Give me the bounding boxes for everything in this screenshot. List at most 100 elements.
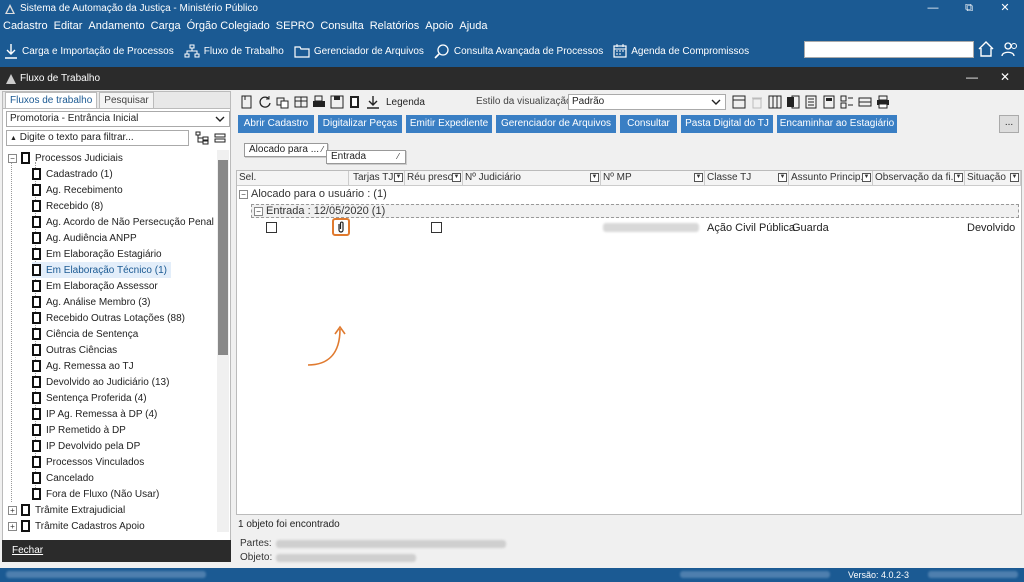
tree-item-12[interactable]: Outras Ciências <box>32 342 121 358</box>
global-search-input[interactable] <box>804 41 974 58</box>
col-observacao[interactable]: Observação da fi... ▼ <box>873 171 965 186</box>
group-row-alocado[interactable]: − Alocado para o usuário : (1) <box>239 188 387 200</box>
tree-item-6[interactable]: Em Elaboração Estagiário <box>32 246 166 262</box>
menu-carga[interactable]: Carga <box>151 20 181 32</box>
users-icon[interactable] <box>1001 40 1019 58</box>
tree-item-3[interactable]: Recebido (8) <box>32 198 107 214</box>
document-list-icon[interactable] <box>804 95 818 109</box>
tree-item-21[interactable]: Fora de Fluxo (Não Usar) <box>32 486 163 502</box>
col-n-judiciario[interactable]: Nº Judiciário ▼ <box>463 171 601 186</box>
tree-item-5[interactable]: Ag. Audiência ANPP <box>32 230 141 246</box>
tree-item-23[interactable]: + Trâmite Cadastros Apoio <box>8 518 149 532</box>
copy-icon[interactable] <box>276 95 290 109</box>
tree-item-9[interactable]: Ag. Análise Membro (3) <box>32 294 155 310</box>
col-assunto-principal[interactable]: Assunto Princip... ▼ <box>789 171 873 186</box>
report-icon[interactable] <box>822 95 836 109</box>
tree-item-1[interactable]: Cadastrado (1) <box>32 166 117 182</box>
tree-item-7[interactable]: Em Elaboração Técnico (1) <box>32 262 171 278</box>
filter-dropdown-icon[interactable]: ▼ <box>862 173 871 182</box>
checklist-icon[interactable] <box>840 95 854 109</box>
row-select-checkbox[interactable] <box>266 222 277 233</box>
restore-icon[interactable]: ⧉ <box>954 0 984 17</box>
menu-cadastro[interactable]: Cadastro <box>3 20 48 32</box>
tree-filter-input[interactable]: ▲ Digite o texto para filtrar... <box>6 130 189 146</box>
abrir-cadastro-button[interactable]: Abrir Cadastro <box>238 115 314 133</box>
tree-structure-icon[interactable] <box>195 131 209 145</box>
tree-item-22[interactable]: + Trâmite Extrajudicial <box>8 502 129 518</box>
refresh-icon[interactable] <box>258 95 272 109</box>
menu-consulta[interactable]: Consulta <box>320 20 363 32</box>
digitalizar-pecas-button[interactable]: Digitalizar Peças <box>318 115 402 133</box>
collapse-icon[interactable]: − <box>239 189 248 199</box>
menu-sepro[interactable]: SEPRO <box>276 20 315 32</box>
save-icon[interactable] <box>330 95 344 109</box>
tree-item-8[interactable]: Em Elaboração Assessor <box>32 278 162 294</box>
toolbar-carga-importacao[interactable]: Carga e Importação de Processos <box>4 43 174 59</box>
tab-pesquisar[interactable]: Pesquisar <box>99 92 154 108</box>
scrollbar-thumb[interactable] <box>218 160 228 355</box>
toolbar-fluxo-trabalho[interactable]: Fluxo de Trabalho <box>184 44 284 58</box>
tree-item-13[interactable]: Ag. Remessa ao TJ <box>32 358 138 374</box>
split-view-icon[interactable] <box>858 95 872 109</box>
layout-icon[interactable] <box>732 95 746 109</box>
col-situacao[interactable]: Situação ▼ <box>965 171 1021 186</box>
promotoria-select[interactable]: Promotoria - Entrância Inicial <box>6 111 230 127</box>
toolbar-gerenciador-arquivos[interactable]: Gerenciador de Arquivos <box>294 44 424 58</box>
filter-dropdown-icon[interactable]: ▼ <box>954 173 963 182</box>
tree-item-20[interactable]: Cancelado <box>32 470 98 486</box>
group-chip-alocado[interactable]: Alocado para ... ⁄ <box>244 143 329 157</box>
tree-item-4[interactable]: Ag. Acordo de Não Persecução Penal <box>32 214 218 230</box>
menu-editar[interactable]: Editar <box>54 20 83 32</box>
style-select[interactable]: Padrão <box>568 94 726 110</box>
encaminhar-estagiario-button[interactable]: Encaminhar ao Estagiário <box>777 115 897 133</box>
pasta-digital-tj-button[interactable]: Pasta Digital do TJ <box>681 115 773 133</box>
col-sel[interactable]: Sel. <box>237 171 349 186</box>
filter-dropdown-icon[interactable]: ▼ <box>590 173 599 182</box>
expand-toggle-icon[interactable]: − <box>8 153 17 163</box>
consultar-button[interactable]: Consultar <box>620 115 677 133</box>
edit-document-icon[interactable] <box>348 95 362 109</box>
col-classe-tj[interactable]: Classe TJ ▼ <box>705 171 789 186</box>
toolbar-agenda-compromissos[interactable]: Agenda de Compromissos <box>613 44 749 58</box>
filter-dropdown-icon[interactable]: ▼ <box>394 173 403 182</box>
gerenciador-arquivos-button[interactable]: Gerenciador de Arquivos <box>496 115 616 133</box>
tree-item-14[interactable]: Devolvido ao Judiciário (13) <box>32 374 173 390</box>
filter-dropdown-icon[interactable]: ▼ <box>694 173 703 182</box>
minimize-icon[interactable]: — <box>918 0 948 17</box>
filter-dropdown-icon[interactable]: ▼ <box>1010 173 1019 182</box>
expand-toggle-icon[interactable]: + <box>8 505 17 515</box>
tree-item-16[interactable]: IP Ag. Remessa à DP (4) <box>32 406 161 422</box>
col-tarjas-tj[interactable]: Tarjas TJ ▼ <box>349 171 405 186</box>
filter-dropdown-icon[interactable]: ▼ <box>778 173 787 182</box>
emitir-expediente-button[interactable]: Emitir Expediente <box>406 115 492 133</box>
close-sidebar-button[interactable]: Fechar <box>2 540 231 562</box>
panel-close-icon[interactable]: ✕ <box>1000 70 1010 84</box>
menu-relatorios[interactable]: Relatórios <box>370 20 420 32</box>
tree-item-15[interactable]: Sentença Proferida (4) <box>32 390 151 406</box>
tree-item-10[interactable]: Recebido Outras Lotações (88) <box>32 310 189 326</box>
reu-preso-checkbox[interactable] <box>431 222 442 233</box>
tree-item-19[interactable]: Processos Vinculados <box>32 454 148 470</box>
group-chip-entrada[interactable]: Entrada ⁄ <box>326 150 406 164</box>
tree-item-17[interactable]: IP Remetido à DP <box>32 422 130 438</box>
export-icon[interactable] <box>240 95 254 109</box>
tree-item-18[interactable]: IP Devolvido pela DP <box>32 438 144 454</box>
home-search-icon[interactable] <box>977 40 995 58</box>
panel-minimize-icon[interactable]: — <box>966 70 978 84</box>
print-preview-icon[interactable] <box>312 95 326 109</box>
download-icon[interactable] <box>366 95 380 109</box>
tab-fluxos-trabalho[interactable]: Fluxos de trabalho <box>5 92 98 108</box>
col-reu-preso[interactable]: Réu preso ▼ <box>405 171 463 186</box>
print-icon[interactable] <box>876 95 890 109</box>
tree-item-0[interactable]: − Processos Judiciais <box>8 150 127 166</box>
col-n-mp[interactable]: Nº MP ▼ <box>601 171 705 186</box>
more-actions-button[interactable]: ... <box>999 115 1019 133</box>
tree-scrollbar[interactable] <box>217 150 229 532</box>
collapse-all-icon[interactable] <box>213 131 227 145</box>
menu-ajuda[interactable]: Ajuda <box>459 20 487 32</box>
toolbar-consulta-avancada[interactable]: Consulta Avançada de Processos <box>434 43 603 59</box>
columns-icon[interactable] <box>768 95 782 109</box>
collapse-icon[interactable]: − <box>254 206 263 216</box>
filter-dropdown-icon[interactable]: ▼ <box>452 173 461 182</box>
menu-orgao-colegiado[interactable]: Órgão Colegiado <box>187 20 270 32</box>
